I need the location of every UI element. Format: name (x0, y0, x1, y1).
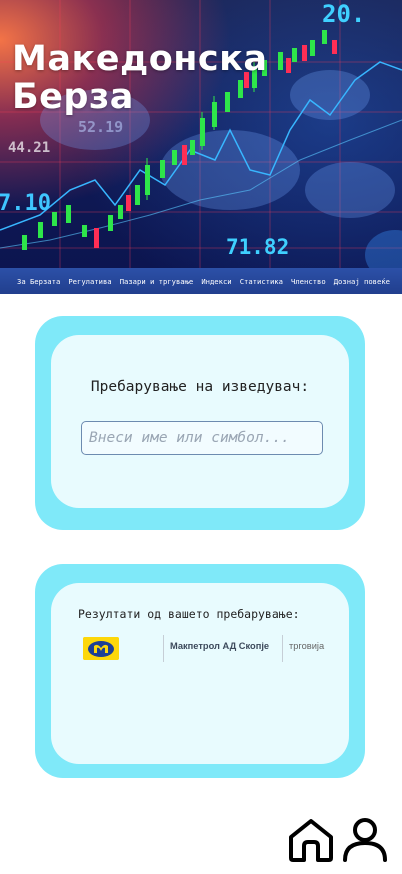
nav-item-indices[interactable]: Индекси (201, 277, 231, 286)
results-title: Резултати од вашето пребарување: (78, 607, 300, 621)
chart-number: 52.19 (78, 118, 123, 136)
nav-item-markets[interactable]: Пазари и тргување (120, 277, 194, 286)
nav-item-regulation[interactable]: Регулатива (68, 277, 111, 286)
makpetrol-logo (83, 637, 119, 660)
nav-item-statistics[interactable]: Статистика (240, 277, 283, 286)
results-card: Резултати од вашето пребарување: Макпетр… (35, 564, 365, 778)
result-category: трговија (289, 641, 325, 651)
nav-item-about[interactable]: За Берзата (17, 277, 60, 286)
result-divider (163, 635, 164, 662)
home-icon[interactable] (287, 816, 335, 864)
search-card: Пребарување на изведувач: (35, 316, 365, 530)
results-card-inner: Резултати од вашето пребарување: Макпетр… (51, 583, 349, 764)
result-company-name: Макпетрол АД Скопје (170, 641, 270, 651)
site-title: Македонска Берза (12, 39, 268, 117)
user-icon[interactable] (341, 816, 389, 864)
search-card-inner: Пребарување на изведувач: (51, 335, 349, 508)
result-divider (282, 635, 283, 662)
chart-number: 20. (322, 0, 365, 28)
main-navigation: За Берзата Регулатива Пазари и тргување … (0, 268, 402, 294)
nav-item-learn-more[interactable]: Дознај повеќе (334, 277, 390, 286)
result-item[interactable]: Макпетрол АД Скопје трговија (81, 635, 331, 663)
search-input[interactable] (81, 421, 323, 455)
chart-number: 44.21 (8, 140, 50, 156)
hero-banner: 20. 52.19 44.21 7.10 71.82 Македонска Бе… (0, 0, 402, 268)
chart-number: 7.10 (0, 191, 51, 216)
nav-item-membership[interactable]: Членство (291, 277, 326, 286)
search-label: Пребарување на изведувач: (90, 379, 310, 395)
chart-number: 71.82 (226, 235, 289, 259)
